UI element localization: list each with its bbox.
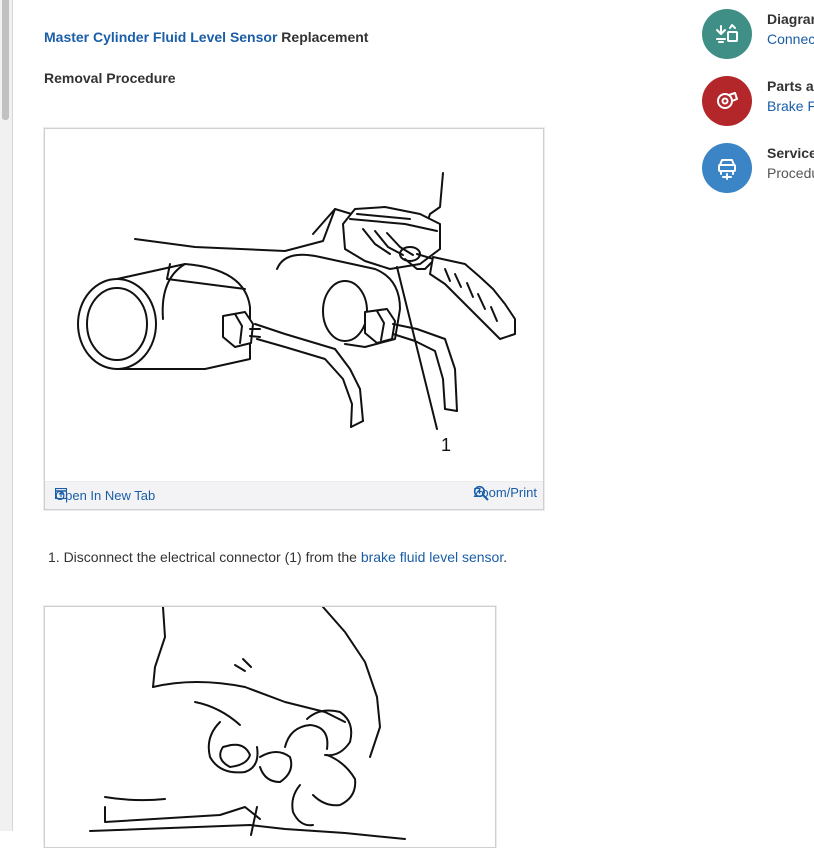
hand-connector-illustration xyxy=(89,607,406,840)
page-title: Master Cylinder Fluid Level Sensor Repla… xyxy=(44,29,368,45)
parts-icon xyxy=(702,76,752,126)
sidebar-item-service-sub: Procedu xyxy=(767,165,814,181)
master-cylinder-illustration: 1 xyxy=(77,172,516,455)
sidebar-item-diagram-link[interactable]: Connec xyxy=(767,31,814,47)
brake-fluid-level-sensor-link[interactable]: brake fluid level sensor xyxy=(361,549,503,565)
open-tab-icon xyxy=(55,488,67,499)
open-in-new-tab-button[interactable]: Open In New Tab xyxy=(55,488,155,503)
title-link[interactable]: Master Cylinder Fluid Level Sensor xyxy=(44,29,277,45)
service-icon xyxy=(702,143,752,193)
zoom-print-button[interactable]: Zoom/Print xyxy=(473,485,537,501)
section-heading: Removal Procedure xyxy=(44,70,176,86)
step-1-text: 1. Disconnect the electrical connector (… xyxy=(48,549,507,565)
open-in-new-tab-label: Open In New Tab xyxy=(55,488,156,503)
sidebar-item-parts-title: Parts ar xyxy=(767,78,814,94)
step-1-prefix: 1. Disconnect the electrical connector (… xyxy=(48,549,361,565)
figure-master-cylinder: 1 Open In New Tab Zoom/Print xyxy=(44,128,544,510)
sidebar-item-diagram[interactable]: Diagram Connec xyxy=(702,9,814,59)
page-scrollbar[interactable] xyxy=(0,0,13,831)
diagram-icon xyxy=(702,9,752,59)
sidebar-item-diagram-title: Diagram xyxy=(767,11,814,27)
figure-toolbar: Open In New Tab Zoom/Print xyxy=(45,481,543,509)
scrollbar-thumb[interactable] xyxy=(2,0,9,120)
sidebar-item-parts-link[interactable]: Brake F xyxy=(767,98,814,114)
zoom-icon xyxy=(474,485,490,501)
step-1-suffix: . xyxy=(503,549,508,565)
title-rest: Replacement xyxy=(277,29,369,45)
callout-number: 1 xyxy=(441,435,451,455)
sidebar-item-service-title: Service xyxy=(767,145,814,161)
sidebar-item-parts[interactable]: Parts ar Brake F xyxy=(702,76,814,126)
figure-hand-connector xyxy=(44,606,496,848)
sidebar-item-service[interactable]: Service Procedu xyxy=(702,143,814,193)
